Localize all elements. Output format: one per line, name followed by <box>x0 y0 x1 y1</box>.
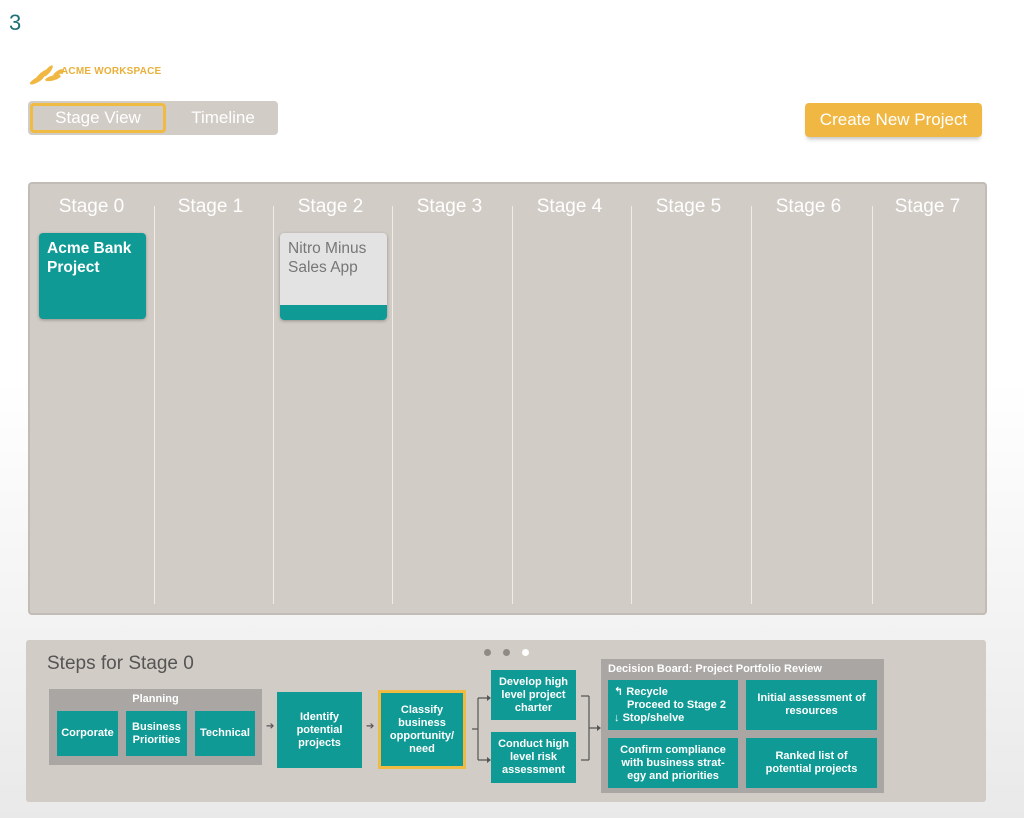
step-ranked-list[interactable]: Ranked list of potential projects <box>746 738 877 788</box>
stage-divider <box>154 206 155 604</box>
stage-view-tab[interactable]: Stage View <box>30 103 166 133</box>
outcome-stop: Stop/shelve <box>622 711 685 724</box>
project-card-title: Acme Bank Project <box>47 240 132 276</box>
step-initial-assessment[interactable]: Initial assessment of resources <box>746 680 877 730</box>
project-card-nitro-minus[interactable]: Nitro Minus Sales App <box>280 233 387 320</box>
steps-panel: Steps for Stage 0 Planning Corporate Bus… <box>26 640 986 802</box>
stage-0-header: Stage 0 <box>58 196 125 217</box>
recycle-icon: ↰ <box>614 685 624 698</box>
step-business-priorities[interactable]: Business Priorities <box>126 711 187 756</box>
merge-connector-icon <box>581 695 601 761</box>
project-card-title: Nitro Minus Sales App <box>288 240 367 276</box>
stage-divider <box>512 206 513 604</box>
project-card-acme-bank[interactable]: Acme Bank Project <box>39 233 146 319</box>
planning-title: Planning <box>132 693 179 705</box>
stage-divider <box>751 206 752 604</box>
stage-divider <box>872 206 873 604</box>
down-arrow-icon: ↓ <box>614 711 620 724</box>
stage-divider <box>392 206 393 604</box>
step-develop-charter[interactable]: Develop high level project charter <box>491 670 576 720</box>
step-confirm-compliance[interactable]: Confirm compliance with business strat- … <box>608 738 738 788</box>
logo-text: ACME WORKSPACE <box>61 65 162 77</box>
pager-dot-2[interactable] <box>503 649 510 656</box>
stage-7-header: Stage 7 <box>894 196 961 217</box>
view-toggle: Stage View Timeline <box>28 101 278 135</box>
steps-title: Steps for Stage 0 <box>47 653 194 674</box>
step-classify-opportunity[interactable]: Classify business opportunity/ need <box>378 690 466 769</box>
arrow-right-icon: ➔ <box>366 721 375 732</box>
stage-divider <box>273 206 274 604</box>
pager-dots <box>484 649 529 656</box>
stage-1-header: Stage 1 <box>177 196 244 217</box>
stage-divider <box>631 206 632 604</box>
stage-4-header: Stage 4 <box>536 196 603 217</box>
acme-logo: ACME WORKSPACE <box>28 62 161 86</box>
decision-outcomes[interactable]: ↰ Recycle Proceed to Stage 2 ↓ Stop/shel… <box>608 680 738 730</box>
pager-dot-1[interactable] <box>484 649 491 656</box>
decision-board-title: Decision Board: Project Portfolio Review <box>608 663 822 675</box>
timeline-tab[interactable]: Timeline <box>173 103 273 133</box>
branch-connector-icon <box>472 695 491 763</box>
step-technical[interactable]: Technical <box>195 711 255 756</box>
outcome-recycle: Recycle <box>626 685 668 698</box>
page-number: 3 <box>9 10 22 35</box>
stage-3-header: Stage 3 <box>416 196 483 217</box>
project-card-status-bar <box>280 305 387 320</box>
stage-5-header: Stage 5 <box>655 196 722 217</box>
step-corporate[interactable]: Corporate <box>57 711 118 756</box>
step-identify-projects[interactable]: Identify potential projects <box>277 692 362 768</box>
stage-2-header: Stage 2 <box>297 196 364 217</box>
create-new-project-button[interactable]: Create New Project <box>805 103 982 137</box>
step-risk-assessment[interactable]: Conduct high level risk assessment <box>491 732 576 783</box>
pager-dot-3[interactable] <box>522 649 529 656</box>
decision-board-group: Decision Board: Project Portfolio Review… <box>601 659 884 793</box>
arrow-right-icon: ➔ <box>266 721 275 732</box>
stage-board: Stage 0 Stage 1 Stage 2 Stage 3 Stage 4 … <box>28 182 987 615</box>
planning-group: Planning Corporate Business Priorities T… <box>49 689 262 765</box>
stage-6-header: Stage 6 <box>775 196 842 217</box>
outcome-proceed: Proceed to Stage 2 <box>627 698 727 711</box>
